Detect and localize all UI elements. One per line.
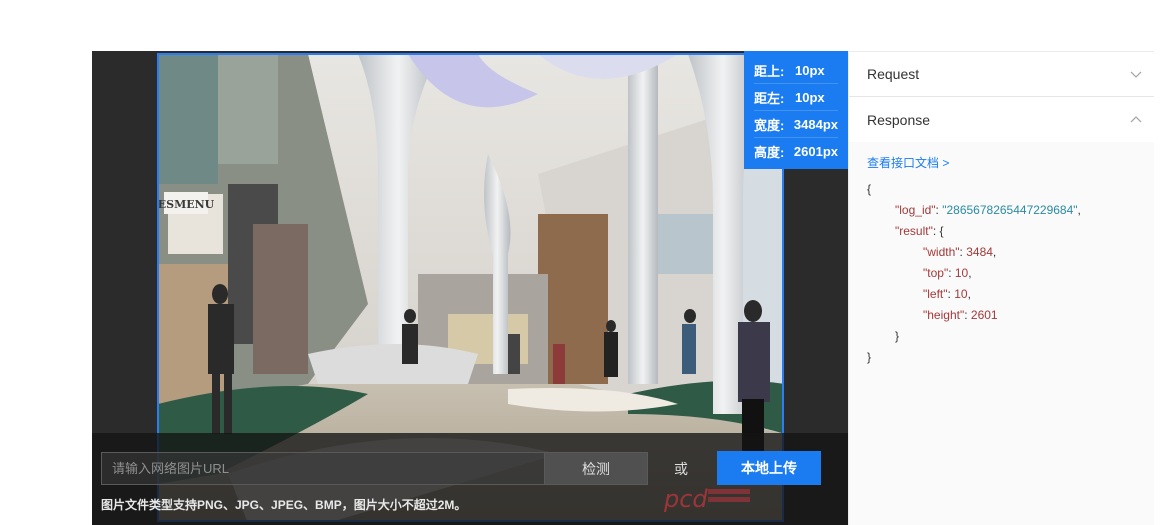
or-label: 或 bbox=[674, 461, 688, 477]
json-value: 2601 bbox=[970, 308, 998, 322]
info-key: 距上: bbox=[754, 63, 785, 79]
info-row-top: 距上: 10px bbox=[754, 57, 838, 84]
json-line-height: "height": 2601 bbox=[923, 308, 998, 322]
json-key: "left" bbox=[923, 287, 948, 301]
request-label: Request bbox=[867, 66, 920, 82]
info-key: 宽度: bbox=[754, 117, 785, 133]
json-value: "2865678265447229684" bbox=[942, 203, 1078, 217]
json-close-brace: } bbox=[867, 350, 872, 364]
json-key: "log_id" bbox=[895, 203, 936, 217]
chevron-down-icon[interactable] bbox=[1130, 68, 1142, 80]
json-line-log-id: "log_id": "2865678265447229684", bbox=[895, 203, 1081, 217]
json-value: 3484 bbox=[966, 245, 993, 259]
json-key: "top" bbox=[923, 266, 949, 280]
json-value: 10 bbox=[954, 287, 968, 301]
json-inner-close-brace: } bbox=[895, 329, 900, 343]
json-line-result: "result": { bbox=[895, 224, 944, 238]
upload-bar: 检测 或 本地上传 图片文件类型支持PNG、JPG、JPEG、BMP，图片大小不… bbox=[92, 433, 848, 525]
info-value: 10px bbox=[795, 62, 825, 78]
info-key: 距左: bbox=[754, 90, 785, 106]
detection-info-panel: 距上: 10px 距左: 10px 宽度: 3484px 高度: 2601px bbox=[744, 51, 848, 169]
response-json: { "log_id": "2865678265447229684", "resu… bbox=[867, 179, 1154, 368]
json-line-top: "top": 10, bbox=[923, 266, 972, 280]
info-key: 高度: bbox=[754, 145, 785, 160]
json-key: "width" bbox=[923, 245, 960, 259]
info-row-left: 距左: 10px bbox=[754, 84, 838, 111]
json-key: "result" bbox=[895, 224, 933, 238]
response-label: Response bbox=[867, 111, 931, 128]
svg-text:pcd: pcd bbox=[663, 485, 708, 513]
json-line-left: "left": 10, bbox=[923, 287, 971, 301]
storefront-sign-text: ESMENU bbox=[158, 198, 215, 211]
detect-button[interactable]: 检测 bbox=[544, 452, 648, 485]
api-doc-link[interactable]: 查看接口文档 > bbox=[867, 154, 1154, 171]
info-value: 10px bbox=[795, 89, 825, 105]
info-row-width: 宽度: 3484px bbox=[754, 111, 838, 138]
info-value: 2601px bbox=[793, 144, 838, 159]
json-value: 10 bbox=[954, 266, 969, 280]
watermark-logo: pcd bbox=[663, 485, 750, 513]
local-upload-button[interactable]: 本地上传 bbox=[717, 451, 821, 485]
json-open-brace: { bbox=[867, 182, 872, 196]
file-type-hint: 图片文件类型支持PNG、JPG、JPEG、BMP，图片大小不超过2M。 bbox=[101, 498, 467, 512]
json-key: "height" bbox=[923, 308, 965, 322]
api-panel: Request Response 查看接口文档 > { "log_id": "2… bbox=[848, 51, 1154, 525]
info-row-height: 高度: 2601px bbox=[754, 138, 838, 165]
request-section-header[interactable]: Request bbox=[849, 52, 1154, 97]
demo-area: ESMENU 距上: 10px 距左: 10px 宽度: 3484px 高度: … bbox=[92, 51, 848, 525]
chevron-up-icon[interactable] bbox=[1130, 114, 1142, 126]
json-line-width: "width": 3484, bbox=[923, 245, 997, 259]
info-value: 3484px bbox=[793, 116, 838, 132]
response-section-header[interactable]: Response bbox=[849, 97, 1154, 142]
image-url-input[interactable] bbox=[101, 452, 545, 485]
